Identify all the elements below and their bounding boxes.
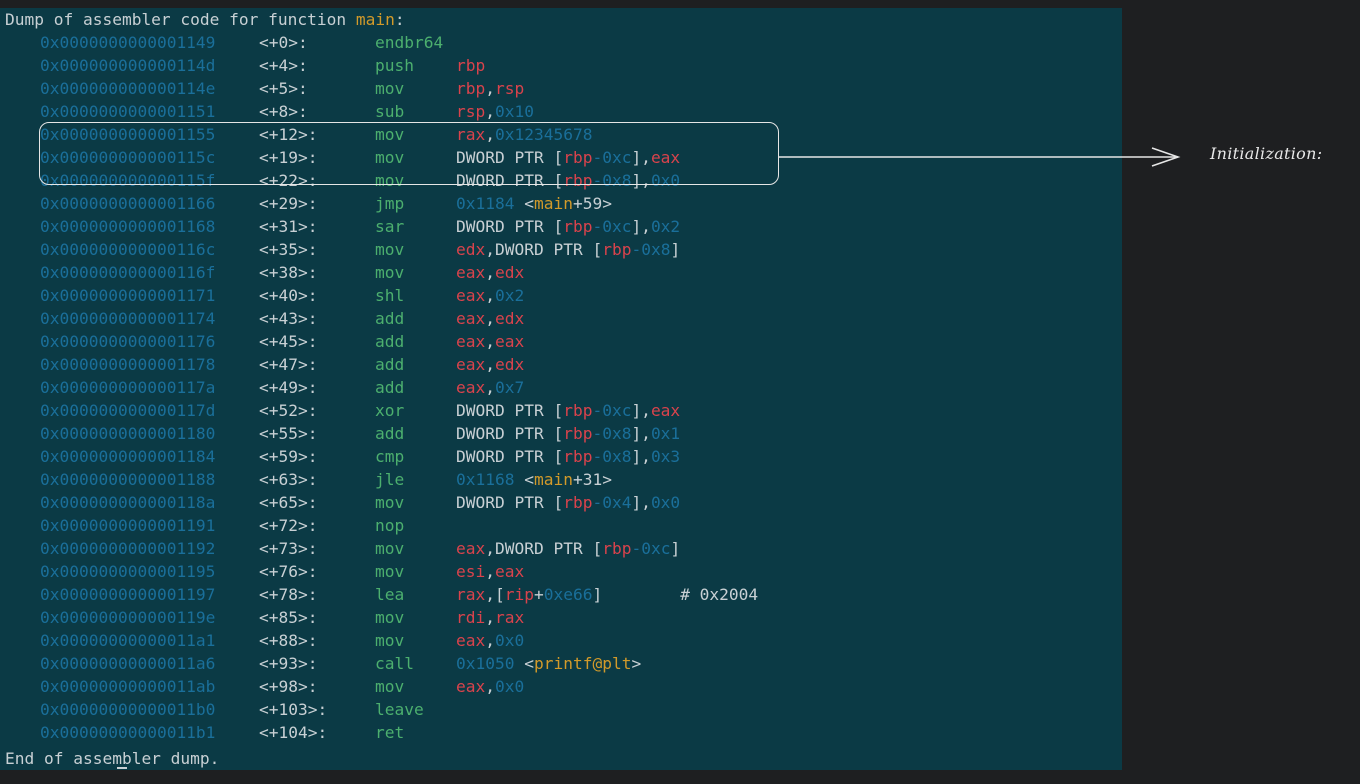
- annotation-arrow: [779, 147, 1181, 167]
- annotation-label: Initialization:: [1210, 144, 1323, 163]
